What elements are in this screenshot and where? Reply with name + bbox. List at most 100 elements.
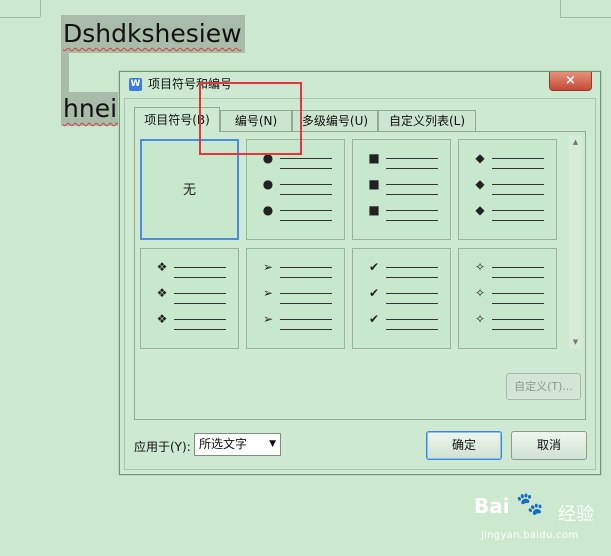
- bullets-numbering-dialog: W 项目符号和编号 × 项目符号(B) 编号(N) 多级编号(U) 自定义列表(…: [119, 71, 601, 475]
- preview-line: [386, 210, 438, 211]
- close-button[interactable]: ×: [549, 72, 592, 91]
- bullet-style-filled-diamond[interactable]: ◆ ◆ ◆: [458, 139, 557, 240]
- preview-line: [492, 277, 544, 278]
- bullets-tab-panel: 无 ● ● ● ■ ■ ■ ◆ ◆ ◆ ❖ ❖ ❖ ➢ ➢ ➢ ✔ ✔ ✔ ✧ …: [134, 131, 586, 420]
- preview-line: [280, 158, 332, 159]
- preview-line: [386, 168, 438, 169]
- preview-line: [174, 293, 226, 294]
- paw-logo-icon: 🐾: [516, 492, 544, 517]
- preview-line: [386, 319, 438, 320]
- preview-line: [386, 267, 438, 268]
- page-corner-mark: [40, 0, 41, 17]
- tab-custom-list[interactable]: 自定义列表(L): [378, 110, 476, 131]
- watermark-url: jingyan.baidu.com: [481, 530, 579, 541]
- four-point-star-bullet-icon: ✧: [474, 260, 486, 274]
- filled-square-bullet-icon: ■: [368, 177, 380, 191]
- preview-line: [492, 220, 544, 221]
- preview-line: [280, 194, 332, 195]
- preview-line: [492, 329, 544, 330]
- preview-line: [492, 158, 544, 159]
- dialog-body: 项目符号(B) 编号(N) 多级编号(U) 自定义列表(L) 无 ● ● ● ■…: [124, 98, 596, 470]
- highlight-annotation-box: [199, 82, 302, 155]
- preview-line: [280, 277, 332, 278]
- page-corner-mark: [560, 0, 561, 17]
- preview-line: [280, 184, 332, 185]
- apply-to-label: 应用于(Y):: [134, 440, 191, 454]
- apply-to-value: 所选文字: [199, 437, 248, 451]
- preview-line: [174, 303, 226, 304]
- page-corner-mark: [560, 17, 611, 18]
- four-diamond-bullet-icon: ❖: [156, 286, 168, 300]
- preview-line: [386, 277, 438, 278]
- preview-line: [280, 329, 332, 330]
- preview-line: [386, 220, 438, 221]
- customize-button[interactable]: 自定义(T)...: [506, 373, 581, 400]
- preview-line: [280, 210, 332, 211]
- preview-line: [492, 168, 544, 169]
- preview-line: [492, 303, 544, 304]
- bullet-style-filled-square[interactable]: ■ ■ ■: [352, 139, 451, 240]
- document-text-line[interactable]: Dshdkshesiew: [61, 15, 245, 53]
- filled-diamond-bullet-icon: ◆: [475, 151, 485, 165]
- preview-line: [280, 168, 332, 169]
- bullet-style-gallery: 无 ● ● ● ■ ■ ■ ◆ ◆ ◆ ❖ ❖ ❖ ➢ ➢ ➢ ✔ ✔ ✔ ✧ …: [140, 139, 560, 351]
- four-point-star-bullet-icon: ✧: [474, 312, 486, 326]
- filled-circle-bullet-icon: ●: [262, 203, 274, 217]
- dropdown-arrow-icon: ▼: [269, 439, 276, 449]
- watermark-brand-suffix: 经验: [558, 504, 594, 525]
- tab-multilevel-numbering[interactable]: 多级编号(U): [292, 110, 378, 131]
- none-label: 无: [182, 183, 196, 198]
- bullet-style-four-point-star[interactable]: ✧ ✧ ✧: [458, 248, 557, 349]
- preview-line: [174, 329, 226, 330]
- checkmark-bullet-icon: ✔: [368, 260, 380, 274]
- preview-line: [174, 277, 226, 278]
- four-diamond-bullet-icon: ❖: [156, 312, 168, 326]
- checkmark-bullet-icon: ✔: [368, 286, 380, 300]
- arrowhead-bullet-icon: ➢: [262, 260, 274, 274]
- watermark-brand: Bai: [474, 494, 510, 518]
- filled-diamond-bullet-icon: ◆: [475, 177, 485, 191]
- dialog-titlebar[interactable]: W 项目符号和编号 ×: [120, 72, 600, 98]
- bullet-style-checkmark[interactable]: ✔ ✔ ✔: [352, 248, 451, 349]
- wps-writer-icon: W: [129, 78, 142, 91]
- arrowhead-bullet-icon: ➢: [262, 312, 274, 326]
- preview-line: [386, 329, 438, 330]
- bullet-style-four-diamond[interactable]: ❖ ❖ ❖: [140, 248, 239, 349]
- ok-button[interactable]: 确定: [426, 431, 502, 460]
- baidu-jingyan-watermark: Bai 🐾 经验 jingyan.baidu.com: [474, 492, 611, 556]
- bullet-style-arrowhead[interactable]: ➢ ➢ ➢: [246, 248, 345, 349]
- preview-line: [386, 184, 438, 185]
- preview-line: [492, 210, 544, 211]
- gallery-scrollbar[interactable]: ▲ ▼: [569, 136, 582, 349]
- scroll-down-arrow-icon[interactable]: ▼: [569, 336, 582, 349]
- filled-circle-bullet-icon: ●: [262, 177, 274, 191]
- arrowhead-bullet-icon: ➢: [262, 286, 274, 300]
- page-corner-mark: [0, 17, 40, 18]
- scroll-up-arrow-icon[interactable]: ▲: [569, 136, 582, 149]
- preview-line: [386, 194, 438, 195]
- preview-line: [280, 293, 332, 294]
- cancel-button[interactable]: 取消: [511, 431, 587, 460]
- checkmark-bullet-icon: ✔: [368, 312, 380, 326]
- preview-line: [492, 194, 544, 195]
- four-point-star-bullet-icon: ✧: [474, 286, 486, 300]
- preview-line: [492, 267, 544, 268]
- filled-diamond-bullet-icon: ◆: [475, 203, 485, 217]
- preview-line: [174, 319, 226, 320]
- preview-line: [386, 293, 438, 294]
- preview-line: [492, 319, 544, 320]
- preview-line: [386, 303, 438, 304]
- four-diamond-bullet-icon: ❖: [156, 260, 168, 274]
- preview-line: [492, 184, 544, 185]
- filled-square-bullet-icon: ■: [368, 203, 380, 217]
- apply-to-select[interactable]: 所选文字 ▼: [194, 433, 281, 456]
- preview-line: [280, 267, 332, 268]
- preview-line: [280, 319, 332, 320]
- preview-line: [492, 293, 544, 294]
- preview-line: [386, 158, 438, 159]
- preview-line: [280, 220, 332, 221]
- preview-line: [174, 267, 226, 268]
- selection-highlight: [61, 53, 69, 95]
- filled-square-bullet-icon: ■: [368, 151, 380, 165]
- preview-line: [280, 303, 332, 304]
